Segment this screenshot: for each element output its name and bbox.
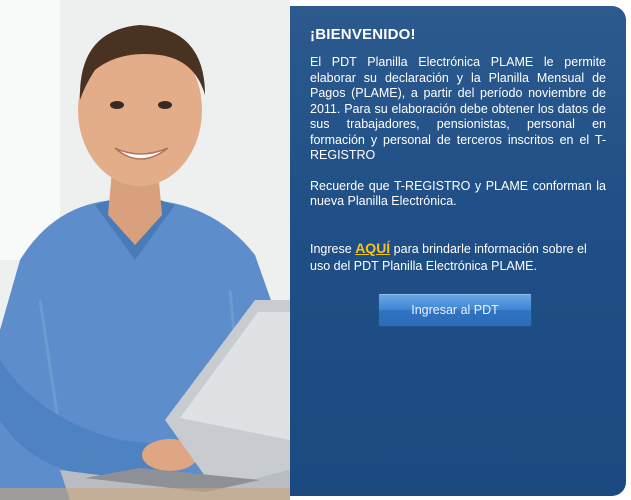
welcome-title: ¡BIENVENIDO! (310, 26, 416, 43)
button-container: Ingresar al PDT (310, 292, 606, 327)
info-prefix: Ingrese (310, 241, 352, 256)
info-paragraph: Ingrese AQUÍ para brindarle información … (310, 240, 606, 275)
intro-paragraph: El PDT Planilla Electrónica PLAME le per… (310, 55, 606, 162)
info-suffix: para brindarle información sobre el uso … (310, 241, 587, 273)
enter-pdt-button[interactable]: Ingresar al PDT (378, 292, 532, 327)
aqui-link[interactable]: AQUÍ (355, 240, 390, 256)
reminder-paragraph: Recuerde que T-REGISTRO y PLAME conforma… (310, 178, 606, 209)
hero-photo (0, 0, 290, 500)
man-with-laptop-illustration (0, 0, 290, 500)
welcome-panel: ¡BIENVENIDO! El PDT Planilla Electrónica… (290, 6, 626, 496)
